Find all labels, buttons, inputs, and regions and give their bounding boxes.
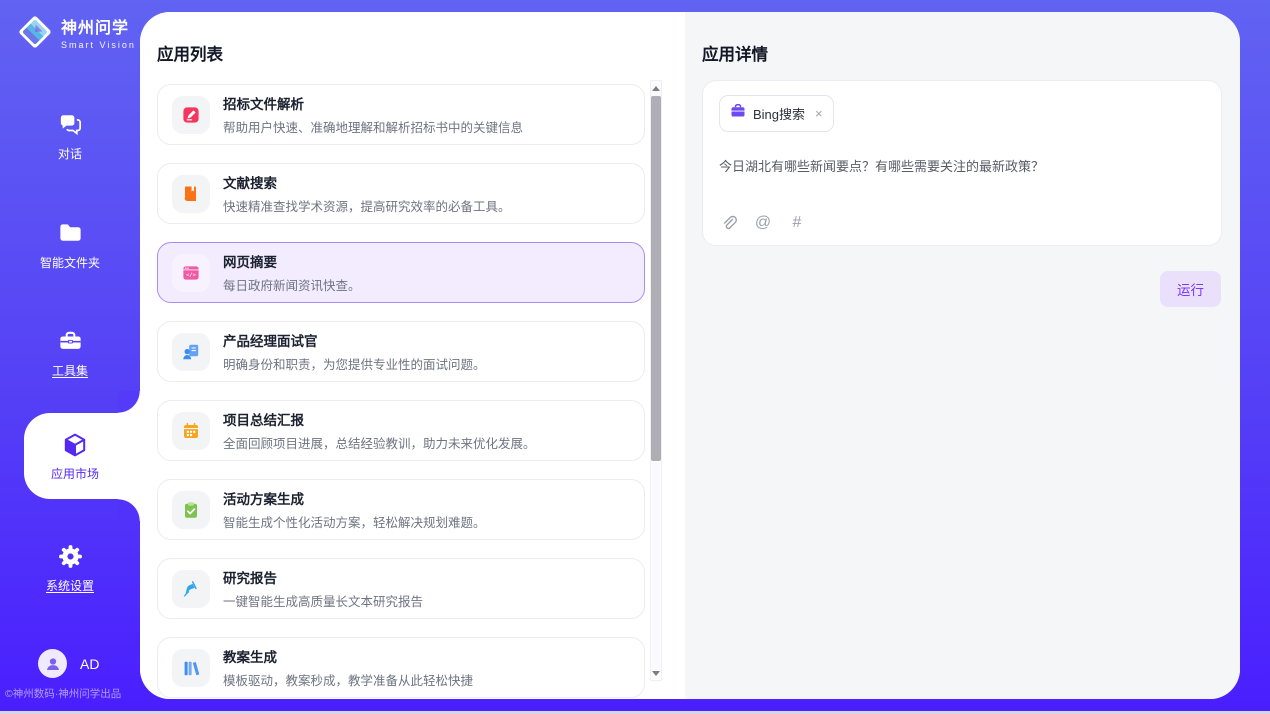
toolbox-icon <box>56 327 84 355</box>
app-item-title: 研究报告 <box>223 567 423 587</box>
close-icon[interactable]: × <box>815 107 823 120</box>
svg-text:</>: </> <box>186 272 197 278</box>
app-item-description: 明确身份和职责，为您提供专业性的面试问题。 <box>223 354 486 373</box>
calendar-doc-icon <box>172 412 210 450</box>
run-button[interactable]: 运行 <box>1160 271 1221 307</box>
app-item-description: 快速精准查找学术资源，提高研究效率的必备工具。 <box>223 196 511 215</box>
app-list-title: 应用列表 <box>157 41 223 65</box>
at-icon[interactable]: @ <box>754 214 772 232</box>
scrollbar-thumb[interactable] <box>651 96 661 461</box>
tool-chip-label: Bing搜索 <box>753 104 805 123</box>
app-list-panel: 应用列表 招标文件解析 帮助用户快速、准确地理解和解析招标书中的关键信息 文献搜… <box>140 12 685 699</box>
chat-icon <box>56 110 84 138</box>
app-item-title: 产品经理面试官 <box>223 330 486 350</box>
app-item-title: 项目总结汇报 <box>223 409 536 429</box>
person-icon <box>38 649 67 678</box>
app-list-scrollbar[interactable] <box>650 80 662 681</box>
app-item-description: 每日政府新闻资讯快查。 <box>223 275 361 294</box>
sidebar-item-smart-folder[interactable]: 智能文件夹 <box>0 219 140 271</box>
app-list-item[interactable]: 项目总结汇报 全面回顾项目进展，总结经验教训，助力未来优化发展。 <box>157 400 645 461</box>
briefcase-icon <box>730 103 746 124</box>
app-list-item[interactable]: 产品经理面试官 明确身份和职责，为您提供专业性的面试问题。 <box>157 321 645 382</box>
paperclip-icon[interactable] <box>720 214 738 232</box>
sidebar-item-settings[interactable]: 系统设置 <box>0 542 140 594</box>
user-account[interactable]: AD <box>38 649 99 678</box>
user-initials: AD <box>80 656 99 672</box>
scroll-up-button[interactable] <box>651 81 661 95</box>
app-item-description: 模板驱动，教案秒成，教学准备从此轻松快捷 <box>223 670 473 689</box>
app-list-item[interactable]: </> 网页摘要 每日政府新闻资讯快查。 <box>157 242 645 303</box>
sidebar: 神州问学 Smart Vision 对话 智能文件夹 工具集 应用市场 系统设置… <box>0 0 140 714</box>
sidebar-item-label: 应用市场 <box>51 465 99 482</box>
sidebar-item-chat[interactable]: 对话 <box>0 110 140 162</box>
brand-tagline: Smart Vision <box>61 40 136 50</box>
app-item-title: 文献搜索 <box>223 172 511 192</box>
brand-logo: 神州问学 Smart Vision <box>16 13 136 51</box>
app-list-item[interactable]: 教案生成 模板驱动，教案秒成，教学准备从此轻松快捷 <box>157 637 645 698</box>
brand-name: 神州问学 <box>61 14 136 38</box>
brand-text: 神州问学 Smart Vision <box>61 14 136 50</box>
copyright-footer: ©神州数码·神州问学出品 <box>5 686 140 701</box>
app-item-title: 网页摘要 <box>223 251 361 271</box>
app-list-item[interactable]: 文献搜索 快速精准查找学术资源，提高研究效率的必备工具。 <box>157 163 645 224</box>
books-icon <box>172 649 210 687</box>
prompt-toolbar: @# <box>720 214 806 232</box>
sidebar-item-label: 智能文件夹 <box>40 254 100 271</box>
app-detail-title: 应用详情 <box>702 41 768 65</box>
sidebar-item-toolset[interactable]: 工具集 <box>0 327 140 379</box>
app-list-item[interactable]: 活动方案生成 智能生成个性化活动方案，轻松解决规划难题。 <box>157 479 645 540</box>
main-content: 应用列表 招标文件解析 帮助用户快速、准确地理解和解析招标书中的关键信息 文献搜… <box>140 12 1240 699</box>
scroll-down-button[interactable] <box>651 666 661 680</box>
pen-square-icon <box>172 96 210 134</box>
app-detail-panel: 应用详情 Bing搜索 × 今日湖北有哪些新闻要点？有哪些需要关注的最新政策？ … <box>685 12 1240 699</box>
book-icon <box>172 175 210 213</box>
triangle-up-icon <box>652 86 660 91</box>
sidebar-item-label: 对话 <box>58 145 82 162</box>
sidebar-item-label: 系统设置 <box>46 577 94 594</box>
hash-icon[interactable]: # <box>788 214 806 232</box>
diamond-logo-icon <box>16 13 54 51</box>
cube-icon <box>61 431 89 459</box>
tool-chip-bing-search[interactable]: Bing搜索 × <box>719 95 834 132</box>
app-item-description: 帮助用户快速、准确地理解和解析招标书中的关键信息 <box>223 117 523 136</box>
prompt-input[interactable]: 今日湖北有哪些新闻要点？有哪些需要关注的最新政策？ <box>719 157 1205 177</box>
interviewer-icon <box>172 333 210 371</box>
app-list-item[interactable]: 研究报告 一键智能生成高质量长文本研究报告 <box>157 558 645 619</box>
app-item-title: 活动方案生成 <box>223 488 486 508</box>
app-item-description: 全面回顾项目进展，总结经验教训，助力未来优化发展。 <box>223 433 536 452</box>
triangle-down-icon <box>652 671 660 676</box>
app-item-description: 一键智能生成高质量长文本研究报告 <box>223 591 423 610</box>
gear-icon <box>56 542 84 570</box>
app-list: 招标文件解析 帮助用户快速、准确地理解和解析招标书中的关键信息 文献搜索 快速精… <box>157 84 645 698</box>
app-list-item[interactable]: 招标文件解析 帮助用户快速、准确地理解和解析招标书中的关键信息 <box>157 84 645 145</box>
app-item-title: 招标文件解析 <box>223 93 523 113</box>
sidebar-item-label: 工具集 <box>52 362 88 379</box>
pen-flag-icon <box>172 570 210 608</box>
clipboard-check-icon <box>172 491 210 529</box>
app-item-description: 智能生成个性化活动方案，轻松解决规划难题。 <box>223 512 486 531</box>
prompt-card: Bing搜索 × 今日湖北有哪些新闻要点？有哪些需要关注的最新政策？ @# <box>702 80 1222 246</box>
app-item-title: 教案生成 <box>223 646 473 666</box>
sidebar-item-app-market[interactable]: 应用市场 <box>24 413 140 499</box>
folder-icon <box>56 219 84 247</box>
browser-code-icon: </> <box>172 254 210 292</box>
